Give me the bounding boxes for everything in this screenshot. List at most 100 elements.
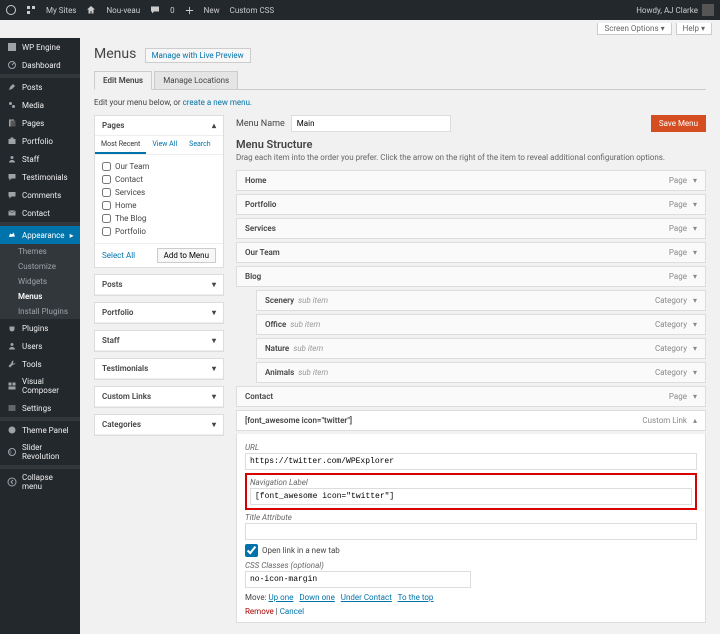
page-checkbox[interactable] xyxy=(102,188,111,197)
wp-logo-icon[interactable] xyxy=(6,5,16,15)
custom-css-link[interactable]: Custom CSS xyxy=(230,6,275,15)
pages-tab-recent[interactable]: Most Recent xyxy=(95,136,146,154)
submenu-install-plugins[interactable]: Install Plugins xyxy=(0,304,80,319)
admin-sidebar: WP Engine Dashboard Posts Media Pages Po… xyxy=(0,38,80,634)
page-checkbox[interactable] xyxy=(102,201,111,210)
accordion-header[interactable]: Custom Links▾ xyxy=(95,387,223,407)
submenu-customize[interactable]: Customize xyxy=(0,259,80,274)
sidebar-item-pages[interactable]: Pages xyxy=(0,114,80,132)
sidebar-item-testimonials[interactable]: Testimonials xyxy=(0,168,80,186)
remove-link[interactable]: Remove xyxy=(245,607,274,616)
howdy-text[interactable]: Howdy, AJ Clarke xyxy=(636,6,698,15)
avatar[interactable] xyxy=(702,4,714,16)
accordion-header[interactable]: Staff▾ xyxy=(95,331,223,351)
select-all-link[interactable]: Select All xyxy=(102,251,135,260)
cancel-link[interactable]: Cancel xyxy=(280,607,304,616)
new-tab-label: Open link in a new tab xyxy=(262,546,340,555)
sidebar-item-media[interactable]: Media xyxy=(0,96,80,114)
chevron-right-icon: ▸ xyxy=(70,231,74,240)
menu-item[interactable]: Officesub itemCategory▾ xyxy=(256,314,706,335)
menu-item[interactable]: ServicesPage▾ xyxy=(236,218,706,239)
comment-icon[interactable] xyxy=(150,5,160,15)
submenu-themes[interactable]: Themes xyxy=(0,244,80,259)
pages-panel-header[interactable]: Pages▴ xyxy=(95,116,223,136)
chevron-down-icon: ▾ xyxy=(693,368,697,377)
pages-tab-search[interactable]: Search xyxy=(183,136,217,154)
sidebar-item-comments[interactable]: Comments xyxy=(0,186,80,204)
site-name-link[interactable]: Nou-veau xyxy=(106,6,140,15)
sidebar-item-settings[interactable]: Settings xyxy=(0,399,80,417)
tab-manage-locations[interactable]: Manage Locations xyxy=(154,71,238,90)
help-tab[interactable]: Help ▾ xyxy=(676,23,712,35)
main-content: Menus Manage with Live Preview Edit Menu… xyxy=(80,38,720,634)
chevron-down-icon: ▾ xyxy=(693,176,697,185)
nav-label-input[interactable] xyxy=(250,488,692,505)
menu-name-input[interactable] xyxy=(291,115,451,132)
page-checkbox[interactable] xyxy=(102,175,111,184)
sidebar-item-theme-panel[interactable]: Theme Panel xyxy=(0,421,80,439)
submenu-menus[interactable]: Menus xyxy=(0,289,80,304)
url-input[interactable] xyxy=(245,453,697,470)
accordion-header[interactable]: Categories▾ xyxy=(95,415,223,435)
sidebar-item-plugins[interactable]: Plugins xyxy=(0,319,80,337)
pages-tab-all[interactable]: View All xyxy=(146,136,183,154)
chevron-up-icon: ▴ xyxy=(212,121,216,130)
menu-item[interactable]: BlogPage▾ xyxy=(236,266,706,287)
menu-item[interactable]: Scenerysub itemCategory▾ xyxy=(256,290,706,311)
manage-live-preview-button[interactable]: Manage with Live Preview xyxy=(145,48,251,63)
title-attr-input[interactable] xyxy=(245,523,697,540)
network-icon[interactable] xyxy=(26,5,36,15)
submenu-widgets[interactable]: Widgets xyxy=(0,274,80,289)
screen-options-tab[interactable]: Screen Options ▾ xyxy=(597,23,671,35)
comment-count[interactable]: 0 xyxy=(170,6,175,15)
chevron-up-icon: ▴ xyxy=(693,416,697,425)
sidebar-item-posts[interactable]: Posts xyxy=(0,78,80,96)
page-checkbox[interactable] xyxy=(102,227,111,236)
chevron-down-icon: ▾ xyxy=(693,248,697,257)
move-top-link[interactable]: To the top xyxy=(398,593,434,602)
move-down-link[interactable]: Down one xyxy=(299,593,334,602)
menu-item[interactable]: PortfolioPage▾ xyxy=(236,194,706,215)
menu-item[interactable]: Animalssub itemCategory▾ xyxy=(256,362,706,383)
menu-item-detail: URL Navigation Label Title Attribute Ope… xyxy=(236,434,706,623)
accordion-header[interactable]: Portfolio▾ xyxy=(95,303,223,323)
my-sites-link[interactable]: My Sites xyxy=(46,6,76,15)
collapse-menu[interactable]: Collapse menu xyxy=(0,469,80,495)
menu-item[interactable]: Naturesub itemCategory▾ xyxy=(256,338,706,359)
url-label: URL xyxy=(245,443,697,452)
menu-item[interactable]: Our TeamPage▾ xyxy=(236,242,706,263)
add-to-menu-button[interactable]: Add to Menu xyxy=(157,248,216,263)
create-menu-link[interactable]: create a new menu. xyxy=(183,98,252,107)
sidebar-item-portfolio[interactable]: Portfolio xyxy=(0,132,80,150)
accordion-header[interactable]: Testimonials▾ xyxy=(95,359,223,379)
title-attr-label: Title Attribute xyxy=(245,513,697,522)
plus-icon[interactable] xyxy=(185,5,194,14)
page-checkbox[interactable] xyxy=(102,214,111,223)
tab-edit-menus[interactable]: Edit Menus xyxy=(94,71,152,90)
sidebar-item-users[interactable]: Users xyxy=(0,337,80,355)
sidebar-item-appearance[interactable]: Appearance▸ xyxy=(0,226,80,244)
sidebar-item-wpengine[interactable]: WP Engine xyxy=(0,38,80,56)
sidebar-item-dashboard[interactable]: Dashboard xyxy=(0,56,80,74)
move-under-link[interactable]: Under Contact xyxy=(341,593,392,602)
page-checkbox-label: Contact xyxy=(115,175,143,184)
sidebar-item-visual-composer[interactable]: Visual Composer xyxy=(0,373,80,399)
home-icon[interactable] xyxy=(86,5,96,15)
sidebar-item-slider-revolution[interactable]: Slider Revolution xyxy=(0,439,80,465)
menu-structure-desc: Drag each item into the order you prefer… xyxy=(236,153,706,162)
menu-item-open[interactable]: [font_awesome icon="twitter"] Custom Lin… xyxy=(236,410,706,431)
sidebar-item-staff[interactable]: Staff xyxy=(0,150,80,168)
new-link[interactable]: New xyxy=(204,6,220,15)
sidebar-item-contact[interactable]: Contact xyxy=(0,204,80,222)
admin-toolbar: My Sites Nou-veau 0 New Custom CSS Howdy… xyxy=(0,0,720,20)
save-menu-button[interactable]: Save Menu xyxy=(651,115,706,132)
sidebar-item-tools[interactable]: Tools xyxy=(0,355,80,373)
menu-item[interactable]: HomePage▾ xyxy=(236,170,706,191)
css-input[interactable] xyxy=(245,571,471,588)
accordion-header[interactable]: Posts▾ xyxy=(95,275,223,295)
new-tab-checkbox[interactable] xyxy=(245,544,258,557)
nav-label-label: Navigation Label xyxy=(250,478,692,487)
page-checkbox[interactable] xyxy=(102,162,111,171)
menu-item[interactable]: ContactPage▾ xyxy=(236,386,706,407)
move-up-link[interactable]: Up one xyxy=(268,593,293,602)
